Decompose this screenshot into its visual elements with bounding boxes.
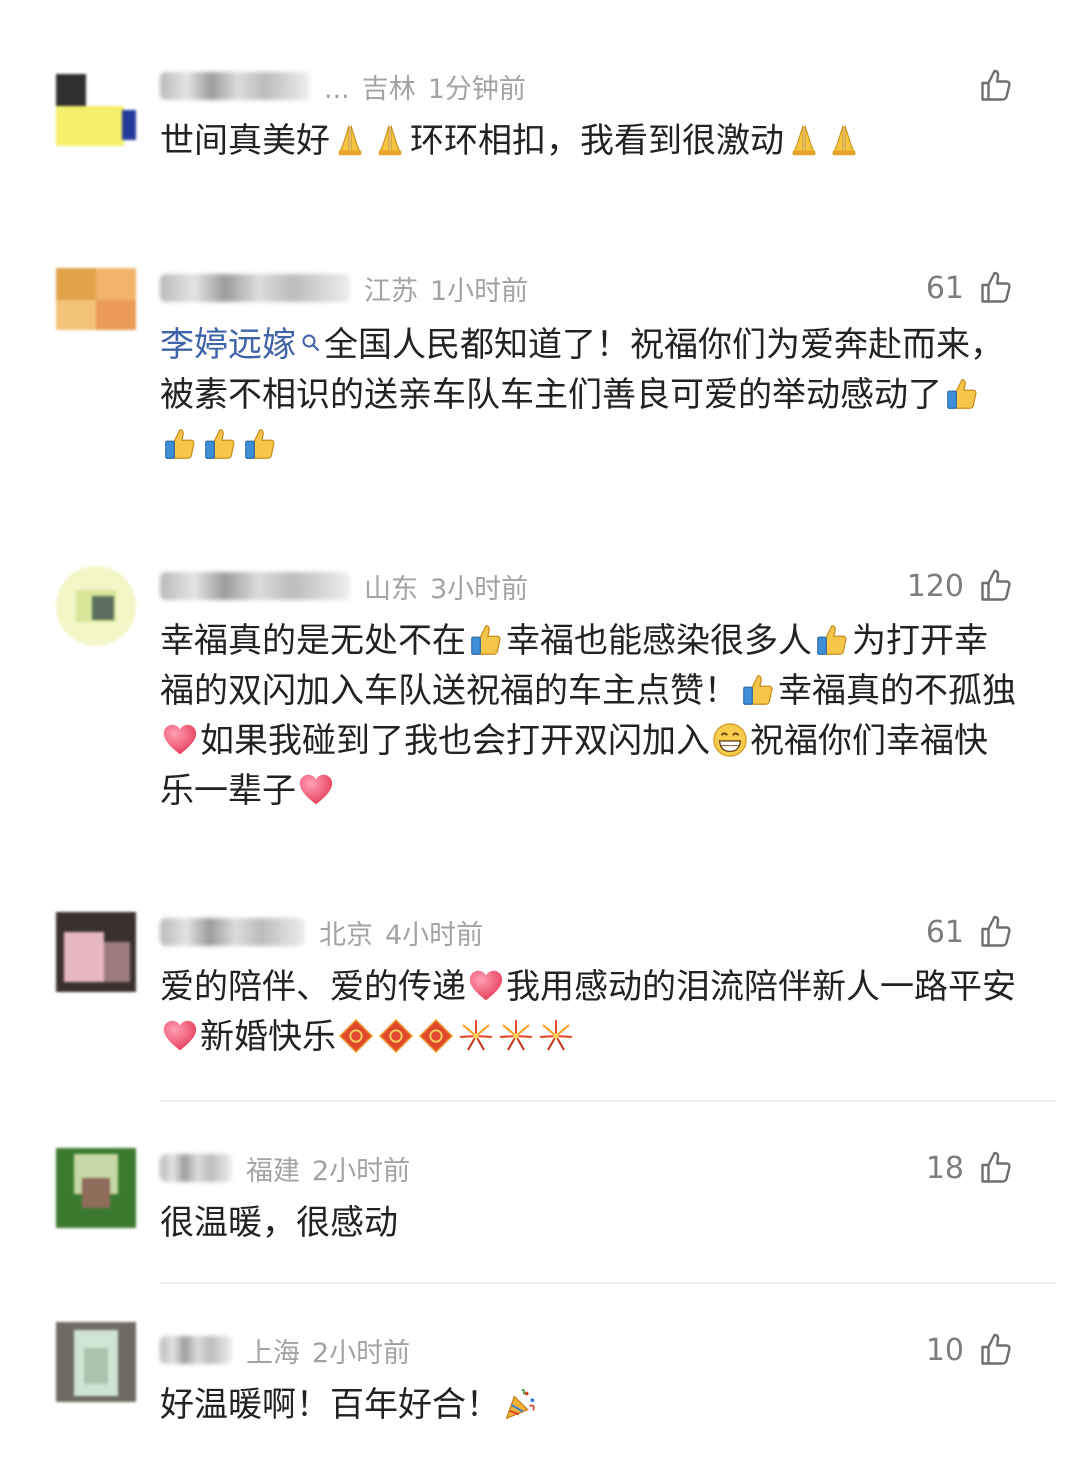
search-icon <box>300 318 322 352</box>
comment-location: 福建 <box>246 1155 300 1187</box>
comment-text-segment: 很温暖，很感动 <box>160 1203 398 1243</box>
grin-emoji-icon <box>711 721 749 759</box>
comment-text-segment: 世间真美好 <box>160 121 330 161</box>
avatar[interactable] <box>56 74 136 154</box>
party-popper-emoji-icon <box>501 1385 539 1423</box>
comment-text-segment: 好温暖啊！百年好合！ <box>160 1385 500 1425</box>
comment-time: 2小时前 <box>312 1155 411 1187</box>
comment-location: 吉林 <box>361 73 416 105</box>
like-button[interactable]: 18 <box>926 1148 1014 1188</box>
pray-emoji-icon <box>785 121 823 159</box>
username-ellipsis: ... <box>324 73 350 105</box>
comment-text: 李婷远嫁 全国人民都知道了！祝福你们为爱奔赴而来，被素不相识的送亲车队车主们善良可… <box>160 318 1020 470</box>
thumbs-up-emoji-icon <box>201 425 239 463</box>
thumbs-up-emoji-icon <box>467 621 505 659</box>
divider <box>160 1100 1056 1102</box>
comment-text: 好温暖啊！百年好合！ <box>160 1380 1020 1430</box>
avatar[interactable] <box>56 1322 136 1402</box>
comment-time: 1小时前 <box>430 275 529 307</box>
comment-text-segment: 我用感动的泪流陪伴新人一路平安 <box>506 967 1016 1007</box>
fu-diamond-emoji-icon <box>417 1017 455 1055</box>
heart-emoji-icon <box>161 1017 199 1055</box>
comment-meta: 山东 3小时前 <box>160 566 540 606</box>
username-blurred[interactable] <box>160 72 310 100</box>
heart-emoji-icon <box>297 771 335 809</box>
like-button[interactable]: 120 <box>907 566 1014 606</box>
fu-diamond-emoji-icon <box>377 1017 415 1055</box>
comment-meta: 上海 2小时前 <box>160 1330 422 1370</box>
comment-location: 山东 <box>364 573 418 605</box>
comment-text-segment: 如果我碰到了我也会打开双闪加入 <box>200 721 710 761</box>
comment-text-segment: 幸福也能感染很多人 <box>506 621 812 661</box>
comment-time: 3小时前 <box>430 573 529 605</box>
username-blurred[interactable] <box>160 572 350 600</box>
comment-time: 1分钟前 <box>427 73 526 105</box>
thumb-up-outline-icon <box>981 69 1011 101</box>
avatar[interactable] <box>56 566 136 646</box>
thumbs-up-emoji-icon <box>943 375 981 413</box>
divider <box>160 1282 1056 1284</box>
firework-emoji-icon <box>497 1017 535 1055</box>
thumb-up-outline-icon <box>981 915 1011 947</box>
comment-text-segment: 幸福真的是无处不在 <box>160 621 466 661</box>
fu-diamond-emoji-icon <box>337 1017 375 1055</box>
comment-text-segment: 新婚快乐 <box>200 1017 336 1057</box>
comment-text-segment: 幸福真的不孤独 <box>778 671 1016 711</box>
comment-meta: ... 吉林 1分钟前 <box>160 66 538 106</box>
pray-emoji-icon <box>371 121 409 159</box>
comment-time: 2小时前 <box>312 1337 411 1369</box>
like-count: 18 <box>925 1150 964 1186</box>
comment-location: 江苏 <box>364 275 418 307</box>
firework-emoji-icon <box>457 1017 495 1055</box>
comment-text: 世间真美好 环环相扣，我看到很激动 <box>160 116 1020 166</box>
comment-text: 爱的陪伴、爱的传递 我用感动的泪流陪伴新人一路平安新婚快乐 <box>160 962 1020 1062</box>
comment-location: 上海 <box>246 1337 300 1369</box>
username-blurred[interactable] <box>160 274 350 302</box>
username-blurred[interactable] <box>160 918 305 946</box>
thumbs-up-emoji-icon <box>739 671 777 709</box>
topic-link[interactable]: 李婷远嫁 <box>160 325 324 365</box>
like-count: 61 <box>925 270 964 306</box>
heart-emoji-icon <box>467 967 505 1005</box>
topic-label: 李婷远嫁 <box>160 325 296 365</box>
comment-meta: 福建 2小时前 <box>160 1148 422 1188</box>
pray-emoji-icon <box>331 121 369 159</box>
comment-text: 很温暖，很感动 <box>160 1198 1020 1248</box>
like-count: 61 <box>925 914 964 950</box>
comment-time: 4小时前 <box>385 919 484 951</box>
comment-text: 幸福真的是无处不在 幸福也能感染很多人 为打开幸福的双闪加入车队送祝福的车主点赞！幸… <box>160 616 1020 816</box>
comment-location: 北京 <box>319 919 373 951</box>
avatar[interactable] <box>56 912 136 992</box>
like-button[interactable]: 10 <box>926 1330 1014 1370</box>
like-count: 120 <box>906 568 964 604</box>
thumb-up-outline-icon <box>981 271 1011 303</box>
comment-text-segment: 环环相扣，我看到很激动 <box>410 121 784 161</box>
thumbs-up-emoji-icon <box>813 621 851 659</box>
thumb-up-outline-icon <box>981 569 1011 601</box>
like-button[interactable] <box>964 66 1014 106</box>
thumbs-up-emoji-icon <box>161 425 199 463</box>
thumb-up-outline-icon <box>981 1333 1011 1365</box>
like-button[interactable]: 61 <box>926 268 1014 308</box>
like-count: 10 <box>925 1332 964 1368</box>
heart-emoji-icon <box>161 721 199 759</box>
comment-meta: 北京 4小时前 <box>160 912 495 952</box>
comment-meta: 江苏 1小时前 <box>160 268 540 308</box>
avatar[interactable] <box>56 268 136 348</box>
comment-text-segment: 爱的陪伴、爱的传递 <box>160 967 466 1007</box>
firework-emoji-icon <box>537 1017 575 1055</box>
avatar[interactable] <box>56 1148 136 1228</box>
username-blurred[interactable] <box>160 1336 232 1364</box>
thumbs-up-emoji-icon <box>241 425 279 463</box>
pray-emoji-icon <box>825 121 863 159</box>
username-blurred[interactable] <box>160 1154 232 1182</box>
thumb-up-outline-icon <box>981 1151 1011 1183</box>
like-button[interactable]: 61 <box>926 912 1014 952</box>
